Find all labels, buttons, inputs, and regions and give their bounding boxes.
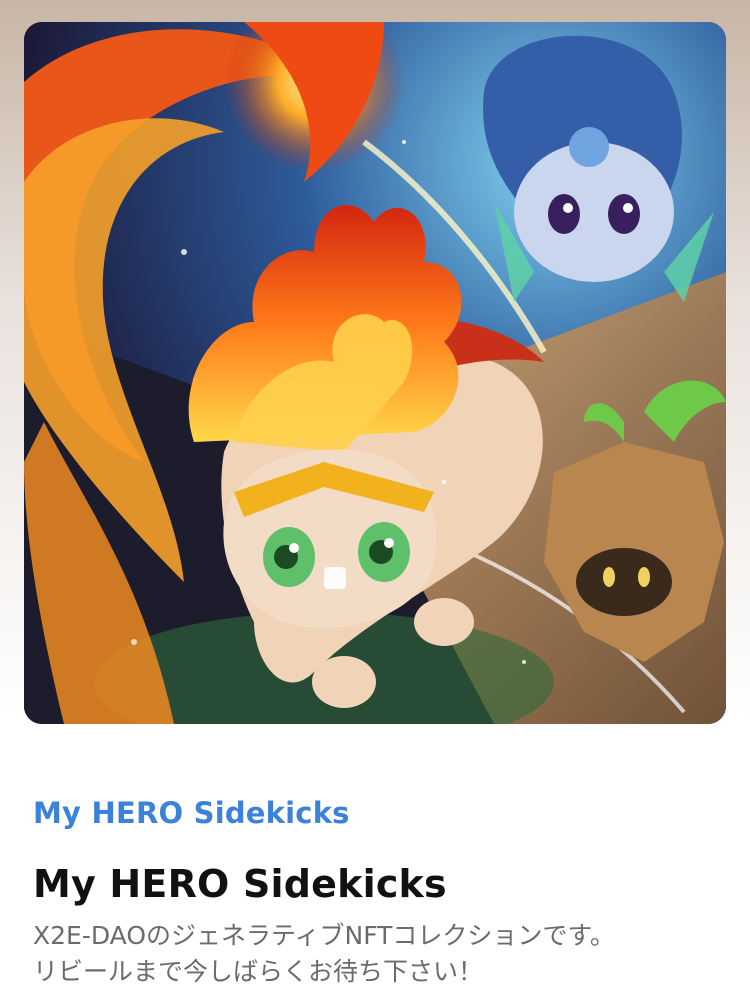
- description-line-1: X2E-DAOのジェネラティブNFTコレクションです。: [33, 921, 615, 950]
- nft-artwork-image[interactable]: [24, 22, 726, 724]
- artwork-illustration: [24, 22, 726, 724]
- description-line-2: リビールまで今しばらくお待ち下さい！: [33, 957, 484, 986]
- collection-link[interactable]: My HERO Sidekicks: [33, 796, 350, 830]
- nft-card: My HERO Sidekicks My HERO Sidekicks X2E-…: [0, 0, 750, 1004]
- description: X2E-DAOのジェネラティブNFTコレクションです。 リビールまで今しばらくお…: [33, 918, 733, 990]
- page-title: My HERO Sidekicks: [33, 862, 447, 906]
